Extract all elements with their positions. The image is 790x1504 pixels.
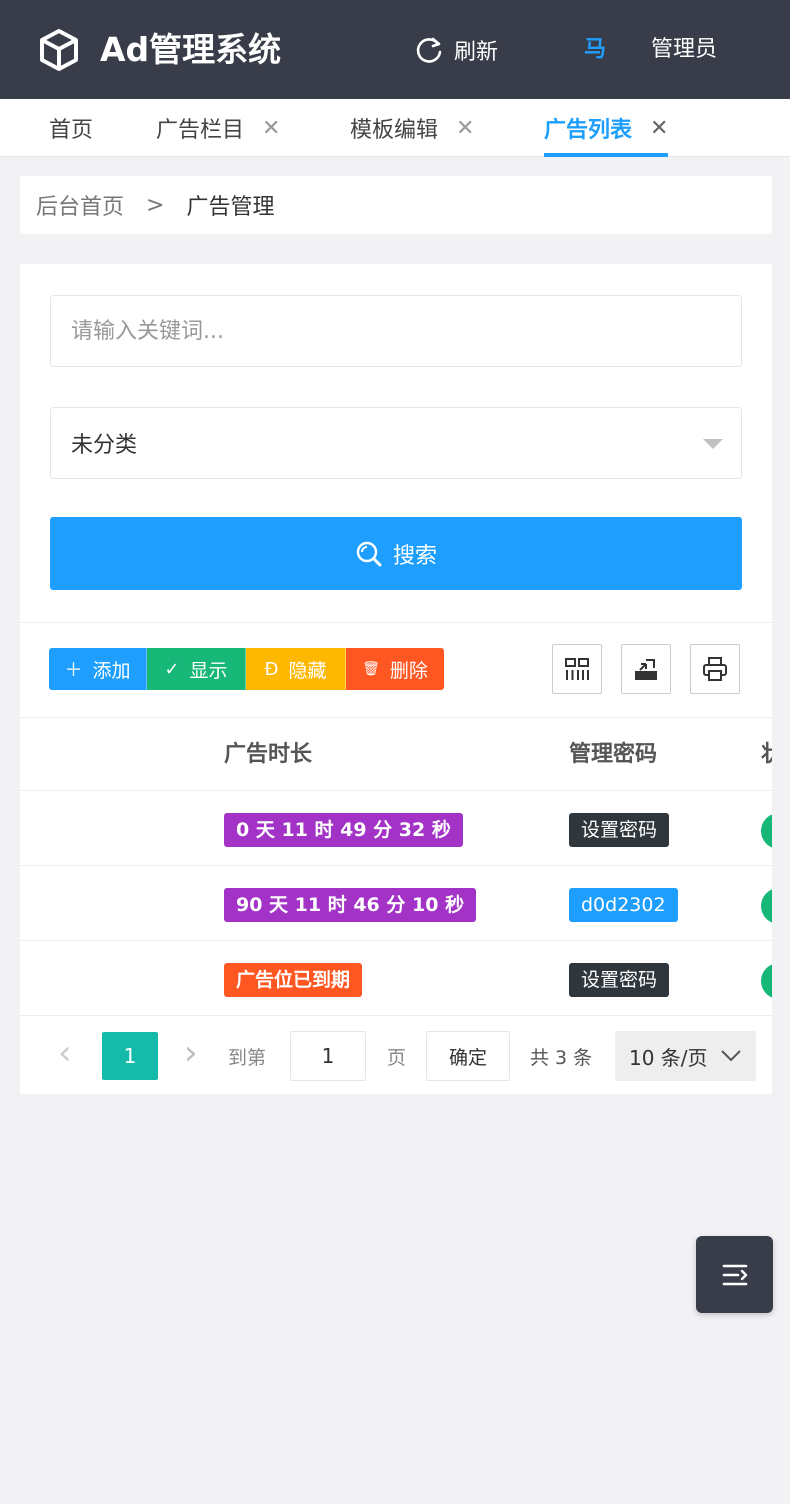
table-row[interactable]: 广告位已到期 设置密码 <box>20 941 772 1016</box>
columns-filter-button[interactable] <box>552 644 602 694</box>
admin-name[interactable]: 管理员 <box>651 34 717 66</box>
search-button-label: 搜索 <box>392 543 437 569</box>
divider <box>20 622 772 623</box>
column-header-status[interactable]: 状 <box>761 718 772 791</box>
column-header-duration[interactable]: 广告时长 <box>224 718 312 791</box>
breadcrumb: 后台首页 > 广告管理 <box>20 176 772 234</box>
page-unit-label: 页 <box>387 1047 407 1069</box>
breadcrumb-current: 广告管理 <box>186 195 275 220</box>
tab-label: 首页 <box>49 118 94 143</box>
total-count: 共 3 条 <box>530 1047 593 1069</box>
hide-button[interactable]: Ð 隐藏 <box>246 648 346 690</box>
prev-page-button[interactable]: ‹ <box>58 1033 72 1073</box>
refresh-label: 刷新 <box>454 40 499 65</box>
status-toggle[interactable] <box>761 888 772 924</box>
trash-icon: 🗑 <box>362 661 380 677</box>
status-toggle[interactable] <box>761 813 772 849</box>
duration-badge: 90 天 11 时 46 分 10 秒 <box>224 888 477 922</box>
plus-icon: ＋ <box>64 660 83 681</box>
avatar[interactable]: 马 <box>584 34 606 66</box>
tab-label: 广告列表 <box>544 118 633 143</box>
eye-off-icon: Ð <box>264 658 279 680</box>
delete-button[interactable]: 🗑 删除 <box>346 648 444 690</box>
search-input[interactable] <box>50 295 742 367</box>
main-card: 未分类 搜索 ＋ 添加 ✓ 显示 Ð 隐藏 🗑 删除 <box>20 264 772 1094</box>
tab-label: 模板编辑 <box>350 118 439 143</box>
close-icon[interactable]: ✕ <box>456 116 474 141</box>
table-header: 广告时长 管理密码 状 <box>20 717 772 791</box>
tab-label: 广告栏目 <box>156 118 245 143</box>
password-badge[interactable]: 设置密码 <box>569 813 670 847</box>
menu-collapse-icon <box>722 1264 747 1285</box>
tab-ad-list[interactable]: 广告列表 ✕ <box>544 99 669 157</box>
caret-down-icon <box>703 439 723 449</box>
password-badge[interactable]: d0d2302 <box>569 888 678 922</box>
tab-ad-columns[interactable]: 广告栏目 ✕ <box>156 99 280 157</box>
refresh-button[interactable]: 刷新 <box>414 34 498 66</box>
goto-page-input[interactable] <box>290 1031 366 1081</box>
check-icon: ✓ <box>164 658 180 680</box>
tab-bar: 首页 广告栏目 ✕ 模板编辑 ✕ 广告列表 ✕ <box>0 99 790 157</box>
goto-label: 到第 <box>228 1047 267 1069</box>
pagination: ‹ 1 › 到第 页 确定 共 3 条 10 条/页 <box>20 1031 772 1081</box>
ad-table: 广告时长 管理密码 状 0 天 11 时 49 分 32 秒 设置密码 90 天… <box>20 717 772 1016</box>
export-button[interactable] <box>621 644 671 694</box>
show-button-label: 显示 <box>189 659 228 682</box>
table-row[interactable]: 0 天 11 时 49 分 32 秒 设置密码 <box>20 791 772 866</box>
search-button[interactable]: 搜索 <box>50 517 742 590</box>
table-row[interactable]: 90 天 11 时 46 分 10 秒 d0d2302 <box>20 866 772 941</box>
cube-icon[interactable] <box>38 28 80 72</box>
app-title: Ad管理系统 <box>100 30 282 69</box>
column-header-password[interactable]: 管理密码 <box>569 718 657 791</box>
search-icon <box>356 541 382 566</box>
page-number-current[interactable]: 1 <box>102 1032 158 1080</box>
close-icon[interactable]: ✕ <box>650 116 668 141</box>
action-button-group: ＋ 添加 ✓ 显示 Ð 隐藏 🗑 删除 <box>49 648 444 690</box>
export-icon <box>635 659 657 680</box>
category-select[interactable]: 未分类 <box>50 407 742 479</box>
menu-toggle-button[interactable] <box>696 1236 773 1313</box>
duration-badge: 0 天 11 时 49 分 32 秒 <box>224 813 463 847</box>
add-button-label: 添加 <box>92 659 131 682</box>
close-icon[interactable]: ✕ <box>262 116 280 141</box>
delete-button-label: 删除 <box>389 659 428 682</box>
show-button[interactable]: ✓ 显示 <box>147 648 246 690</box>
breadcrumb-home[interactable]: 后台首页 <box>36 189 124 221</box>
page-size-value: 10 条/页 <box>629 1045 708 1070</box>
duration-badge: 广告位已到期 <box>224 963 363 997</box>
category-selected: 未分类 <box>71 433 138 458</box>
page-size-select[interactable]: 10 条/页 <box>615 1031 756 1081</box>
goto-confirm-button[interactable]: 确定 <box>426 1031 510 1081</box>
hide-button-label: 隐藏 <box>288 659 327 682</box>
tab-home[interactable]: 首页 <box>49 99 93 157</box>
refresh-icon <box>416 37 442 63</box>
columns-icon <box>565 658 589 680</box>
add-button[interactable]: ＋ 添加 <box>49 648 147 690</box>
chevron-down-icon <box>721 1050 741 1062</box>
top-header: Ad管理系统 刷新 马 管理员 <box>0 0 790 99</box>
tab-template-edit[interactable]: 模板编辑 ✕ <box>350 99 474 157</box>
print-icon <box>703 657 727 681</box>
status-toggle[interactable] <box>761 963 772 999</box>
breadcrumb-separator: > <box>146 192 165 218</box>
next-page-button[interactable]: › <box>184 1033 198 1073</box>
password-badge[interactable]: 设置密码 <box>569 963 670 997</box>
print-button[interactable] <box>690 644 740 694</box>
